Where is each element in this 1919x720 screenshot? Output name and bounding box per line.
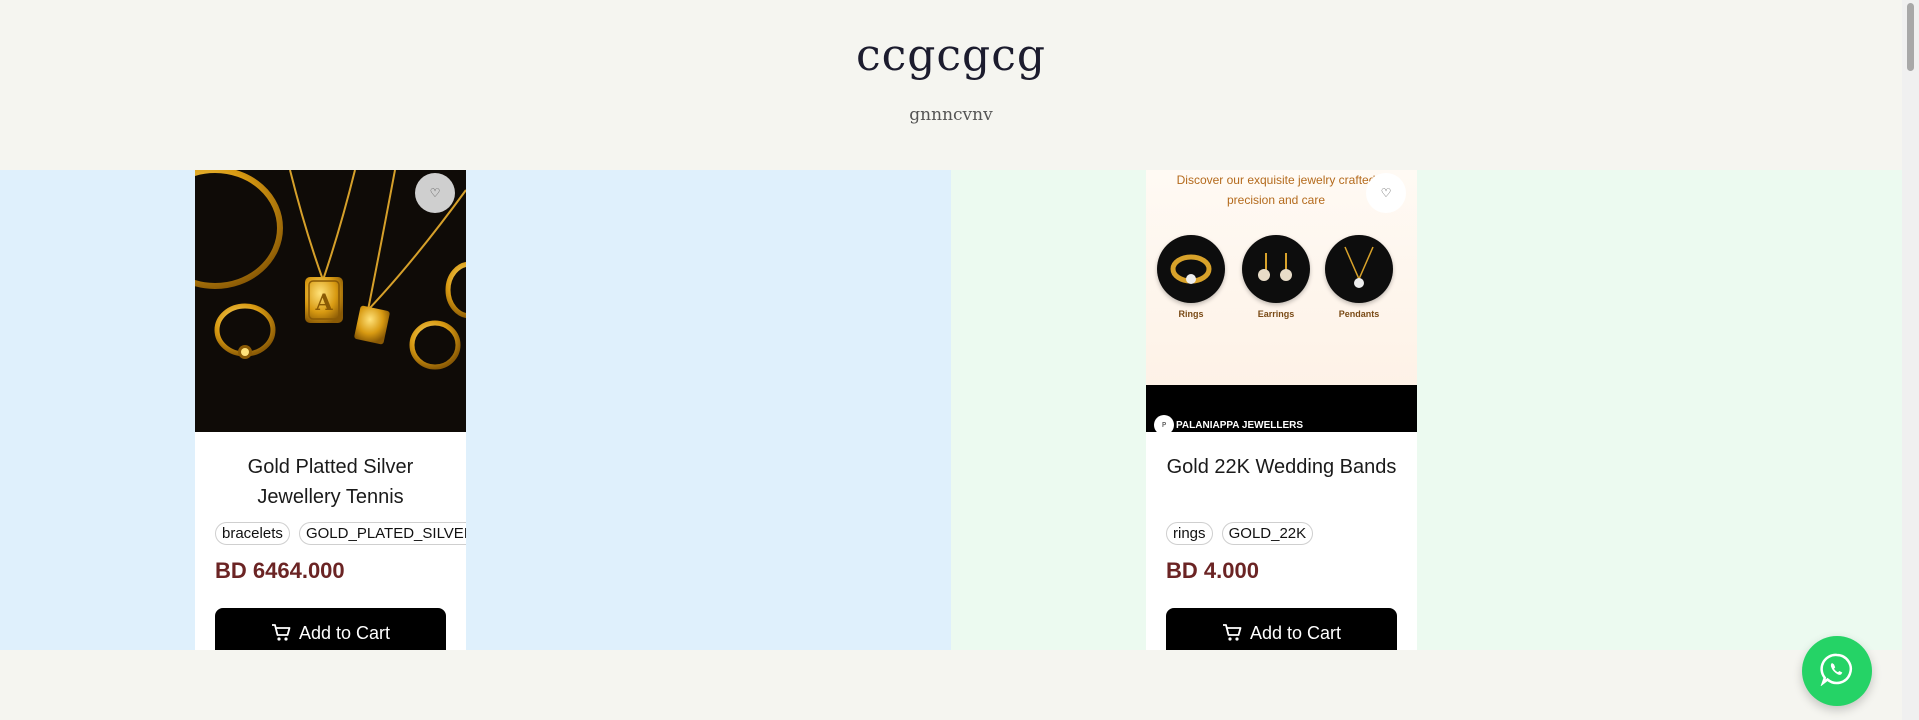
- site-title: ccgcgcg: [855, 30, 1047, 81]
- brand-name: PALANIAPPA JEWELLERS: [1176, 420, 1304, 431]
- whatsapp-chat-button[interactable]: [1802, 636, 1872, 706]
- cart-icon: [271, 624, 291, 642]
- heart-icon: ♡: [1380, 186, 1392, 200]
- product-image[interactable]: Discover our exquisite jewelry crafted p…: [1146, 170, 1417, 432]
- favorite-button[interactable]: ♡: [415, 173, 455, 213]
- promo-headline: Discover our exquisite jewelry crafted p…: [1176, 173, 1376, 207]
- category-pendants: Pendants: [1324, 235, 1394, 319]
- product-image[interactable]: A ♡: [195, 170, 466, 432]
- product-price: BD 6464.000: [215, 558, 345, 583]
- whatsapp-icon: [1820, 652, 1854, 690]
- add-to-cart-label: Add to Cart: [298, 622, 391, 643]
- site-subtitle: gnnncvnv: [909, 105, 993, 125]
- add-to-cart-button[interactable]: Add to Cart: [215, 608, 446, 650]
- product-name[interactable]: Gold 22K Wedding Bands: [1156, 452, 1407, 482]
- product-card[interactable]: Discover our exquisite jewelry crafted p…: [1146, 170, 1417, 650]
- product-tags: rings GOLD_22K: [1166, 522, 1317, 545]
- tag-category: rings: [1166, 522, 1213, 545]
- brand-bar: P PALANIAPPA JEWELLERS: [1146, 385, 1417, 432]
- page-header: ccgcgcg gnnncvnv: [0, 0, 1902, 170]
- favorite-button[interactable]: ♡: [1366, 173, 1406, 213]
- scrollbar-thumb[interactable]: [1907, 3, 1914, 71]
- svg-text:A: A: [314, 290, 333, 316]
- product-card[interactable]: A ♡ Gold Platted Silver Jewellery Tennis…: [195, 170, 466, 650]
- brand-logo: P: [1154, 415, 1174, 432]
- add-to-cart-label: Add to Cart: [1249, 622, 1342, 643]
- tag-material: GOLD_PLATED_SILVER: [298, 522, 466, 545]
- product-tags: bracelets GOLD_PLATED_SILVER: [215, 522, 466, 545]
- category-rings: Rings: [1156, 235, 1226, 319]
- product-name[interactable]: Gold Platted Silver Jewellery Tennis: [205, 452, 456, 512]
- tag-material: GOLD_22K: [1221, 522, 1314, 545]
- page-scrollbar[interactable]: [1902, 0, 1919, 720]
- cart-icon: [1222, 624, 1242, 642]
- tag-category: bracelets: [215, 522, 290, 545]
- product-price: BD 4.000: [1166, 558, 1259, 583]
- add-to-cart-button[interactable]: Add to Cart: [1166, 608, 1397, 650]
- category-earrings: Earrings: [1241, 235, 1311, 319]
- heart-icon: ♡: [429, 186, 441, 200]
- product-column-right: [951, 170, 1902, 650]
- product-column-left: [0, 170, 951, 650]
